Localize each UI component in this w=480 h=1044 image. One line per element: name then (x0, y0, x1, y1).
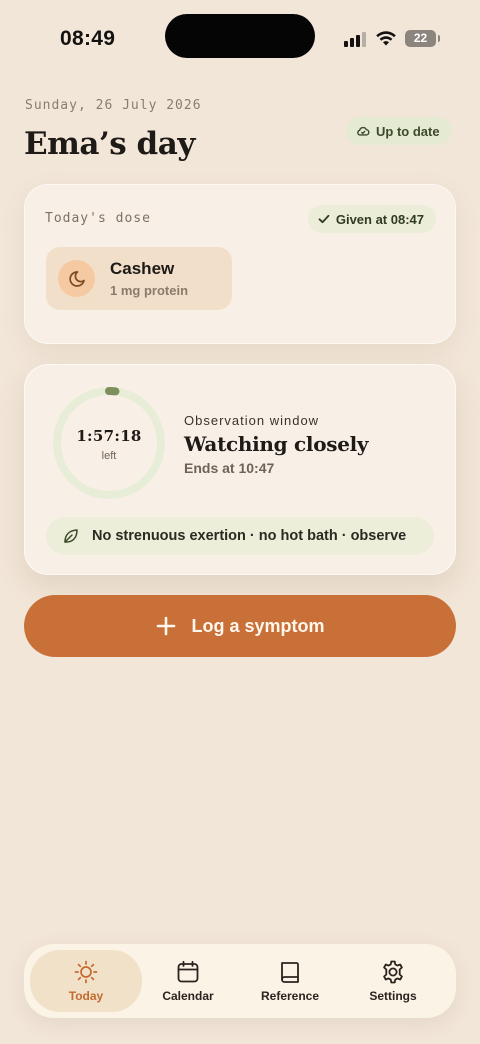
food-chip[interactable]: Cashew 1 mg protein (46, 247, 232, 310)
tab-calendar[interactable]: Calendar (132, 950, 244, 1012)
cellular-signal-icon (344, 31, 368, 47)
leaf-icon (64, 529, 78, 543)
sync-status-badge[interactable]: Up to date (346, 117, 452, 145)
log-symptom-button[interactable]: Log a symptom (24, 595, 456, 657)
advice-text: No strenuous exertion · no hot bath · ob… (92, 528, 407, 544)
cloud-sync-icon (357, 126, 370, 136)
date-line: Sunday, 26 July 2026 (25, 98, 202, 113)
tab-today-label: Today (68, 989, 104, 1003)
observation-title: Watching closely (184, 432, 369, 456)
tab-reference[interactable]: Reference (234, 950, 346, 1012)
status-time: 08:49 (60, 27, 116, 50)
food-name: Cashew (110, 259, 175, 278)
tab-reference-label: Reference (260, 989, 320, 1003)
todays-dose-card: Today's dose Given at 08:47 Cashew 1 mg … (24, 184, 456, 344)
sun-icon (74, 960, 98, 984)
countdown-sub-label: left (101, 450, 117, 462)
observation-eyebrow: Observation window (184, 413, 320, 428)
wifi-icon (376, 31, 396, 46)
log-symptom-label: Log a symptom (191, 615, 325, 636)
battery-icon: 22 (405, 30, 440, 47)
countdown-timer: 1:57:18 (76, 427, 142, 445)
gear-icon (383, 960, 403, 984)
advice-banner: No strenuous exertion · no hot bath · ob… (46, 517, 434, 555)
plus-icon (157, 616, 176, 636)
tab-settings[interactable]: Settings (337, 950, 449, 1012)
food-amount: 1 mg protein (110, 283, 189, 298)
tab-bar: Today Calendar Reference Settings (24, 944, 456, 1018)
moon-icon (58, 260, 95, 297)
observation-end-time: Ends at 10:47 (184, 460, 275, 476)
check-icon (318, 214, 330, 224)
phone-screen: 08:49 22 Sunday, 26 July 2026 Ema’s day … (0, 0, 480, 1044)
dynamic-island (165, 14, 315, 58)
given-badge: Given at 08:47 (307, 205, 436, 233)
book-icon (281, 962, 299, 983)
tab-today[interactable]: Today (30, 950, 142, 1012)
dose-card-label: Today's dose (45, 211, 151, 226)
given-badge-label: Given at 08:47 (335, 211, 424, 227)
calendar-icon (177, 960, 199, 983)
tab-settings-label: Settings (369, 989, 417, 1003)
sync-status-label: Up to date (376, 123, 440, 139)
tab-calendar-label: Calendar (162, 989, 214, 1003)
observation-window-card: 1:57:18 left Observation window Watching… (24, 364, 456, 575)
page-title: Ema’s day (24, 126, 195, 162)
